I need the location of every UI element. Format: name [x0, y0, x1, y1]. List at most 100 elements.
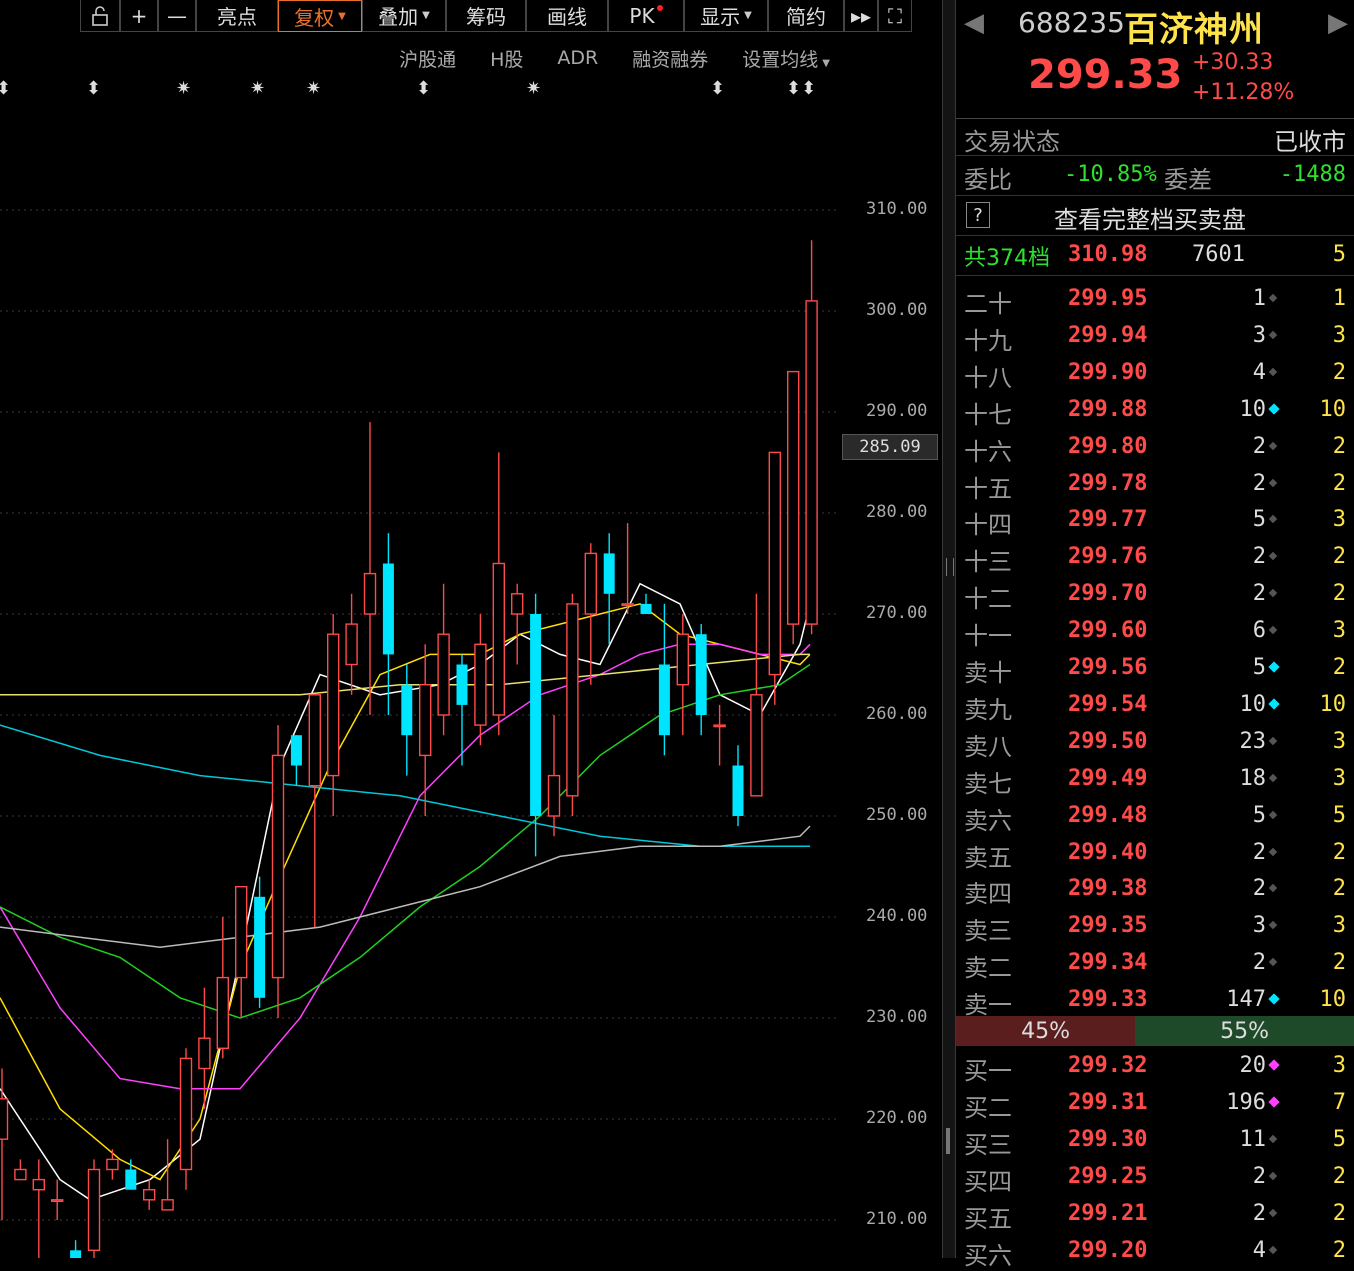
candlestick[interactable] [603, 533, 615, 645]
order-book-row[interactable]: 十七 299.88 10 10 [956, 391, 1354, 429]
order-book-row[interactable]: 买一 299.32 20 3 [956, 1047, 1354, 1085]
subbar-item-0[interactable]: 沪股通 [399, 45, 456, 72]
event-marker-icon[interactable]: ✷ [176, 78, 191, 99]
event-marker-icon[interactable]: ✷ [526, 78, 541, 99]
event-marker-icon[interactable]: ✷ [250, 78, 265, 99]
candlestick[interactable] [125, 1159, 137, 1190]
candlestick[interactable] [640, 593, 652, 614]
candlestick[interactable] [492, 452, 505, 736]
order-book-row[interactable]: 卖四 299.38 2 2 [956, 870, 1354, 908]
candlestick[interactable] [308, 694, 321, 928]
order-book-row[interactable]: 卖三 299.35 3 3 [956, 907, 1354, 945]
candlestick[interactable] [254, 876, 266, 1008]
order-book-row[interactable]: 买四 299.25 2 2 [956, 1158, 1354, 1196]
order-book-row[interactable]: 卖五 299.40 2 2 [956, 834, 1354, 872]
order-book-row[interactable]: 十四 299.77 5 3 [956, 501, 1354, 539]
candlestick[interactable] [566, 593, 579, 816]
subbar-item-3[interactable]: 融资融券 [632, 45, 708, 72]
help-icon[interactable]: ? [966, 202, 990, 228]
order-book-row[interactable]: 卖十 299.56 5 2 [956, 649, 1354, 687]
splitter-grip-icon[interactable] [946, 558, 954, 576]
candlestick[interactable] [768, 451, 781, 705]
candlestick[interactable] [87, 1159, 101, 1258]
fullscreen-icon[interactable]: ⛶ [878, 0, 912, 32]
candlestick[interactable] [363, 422, 377, 715]
candlestick[interactable] [70, 1240, 82, 1258]
order-book-row[interactable]: 十五 299.78 2 2 [956, 465, 1354, 503]
candlestick[interactable] [750, 593, 763, 797]
order-book-row[interactable]: 十六 299.80 2 2 [956, 428, 1354, 466]
candlestick[interactable] [14, 1159, 27, 1181]
order-book-row[interactable]: 十二 299.70 2 2 [956, 575, 1354, 613]
candlestick[interactable] [474, 614, 487, 746]
fast-forward-icon[interactable]: ▸▸ [844, 0, 878, 32]
order-book-row[interactable]: 十一 299.60 6 3 [956, 612, 1354, 650]
order-book-row[interactable]: 卖六 299.48 5 5 [956, 797, 1354, 835]
toolbar-button-6[interactable]: 筹码 [446, 0, 526, 32]
order-book-row[interactable]: 卖七 299.49 18 3 [956, 760, 1354, 798]
event-marker-icon[interactable]: ⬍⬍ [786, 78, 816, 99]
candlestick[interactable] [382, 533, 394, 715]
toolbar-button-7[interactable]: 画线 [526, 0, 608, 32]
candlestick[interactable] [290, 735, 302, 786]
candlestick[interactable] [271, 725, 285, 1018]
toolbar-button-3[interactable]: 亮点 [196, 0, 278, 32]
candlestick[interactable] [787, 370, 800, 645]
candlestick[interactable] [32, 1159, 45, 1258]
candlestick[interactable] [695, 624, 707, 736]
candlestick[interactable] [713, 704, 726, 766]
candlestick[interactable] [419, 644, 432, 816]
order-book-row[interactable]: 十八 299.90 4 2 [956, 354, 1354, 392]
subbar-item-4[interactable]: 设置均线 ▼ [742, 45, 830, 72]
event-marker-icon[interactable]: ✷ [306, 78, 321, 99]
toolbar-button-8[interactable]: PK [608, 0, 684, 32]
order-book-row[interactable]: 买六 299.20 4 2 [956, 1232, 1354, 1270]
toolbar-button-10[interactable]: 简约 [768, 0, 844, 32]
prev-stock-icon[interactable]: ◀ [964, 8, 984, 38]
candlestick[interactable] [805, 240, 818, 635]
candlestick[interactable] [658, 603, 670, 756]
order-book-row[interactable]: 买五 299.21 2 2 [956, 1195, 1354, 1233]
event-marker-icon[interactable]: ⬍ [710, 78, 725, 99]
candlestick[interactable] [676, 614, 689, 736]
candlestick[interactable] [51, 1179, 64, 1220]
candlestick[interactable] [511, 583, 524, 665]
candlestick[interactable] [198, 987, 211, 1109]
zoom-out-icon[interactable]: — [158, 0, 196, 32]
order-book-row[interactable]: 二十 299.95 1 1 [956, 280, 1354, 318]
toolbar-button-5[interactable]: 叠加 ▼ [362, 0, 446, 32]
lock-open-icon[interactable] [80, 0, 120, 32]
subbar-item-2[interactable]: ADR [557, 47, 598, 69]
toolbar-button-4[interactable]: 复权 ▼ [278, 0, 362, 32]
toolbar-button-9[interactable]: 显示 ▼ [684, 0, 768, 32]
order-book-row[interactable]: 卖一 299.33 147 10 [956, 981, 1354, 1019]
event-marker-icon[interactable]: ⬍ [0, 78, 11, 99]
event-marker-icon[interactable]: ⬍ [416, 78, 431, 99]
kline-chart-area[interactable]: + — 亮点 复权 ▼ 叠加 ▼ 筹码 画线 PK 显示 ▼ 简约 ▸▸ ⛶ 沪股通 H股 ADR 融资融券 设置均… [0, 0, 942, 1258]
candlestick[interactable] [547, 715, 561, 837]
candlestick[interactable] [106, 1149, 119, 1180]
panel-splitter[interactable] [942, 0, 956, 1258]
event-marker-icon[interactable]: ⬍ [86, 78, 101, 99]
order-book-row[interactable]: 卖九 299.54 10 10 [956, 686, 1354, 724]
splitter-collapse-icon[interactable] [946, 1128, 950, 1154]
order-book-row[interactable]: 十九 299.94 3 3 [956, 317, 1354, 355]
order-book-row[interactable]: 买二 299.31 196 7 [956, 1084, 1354, 1122]
kline-chart[interactable] [0, 0, 942, 1258]
order-book-row[interactable]: 十三 299.76 2 2 [956, 538, 1354, 576]
subbar-item-1[interactable]: H股 [490, 45, 523, 72]
candlestick[interactable] [437, 583, 450, 736]
candlestick[interactable] [732, 745, 744, 827]
order-book-row[interactable]: 卖二 299.34 2 2 [956, 944, 1354, 982]
order-book-row[interactable]: 卖八 299.50 23 3 [956, 723, 1354, 761]
zoom-in-icon[interactable]: + [120, 0, 158, 32]
full-book-button[interactable]: ? 查看完整档买卖盘 [956, 196, 1354, 236]
candlestick[interactable] [142, 1179, 156, 1210]
candlestick[interactable] [179, 1048, 193, 1190]
candlestick[interactable] [234, 886, 248, 1018]
candlestick[interactable] [401, 664, 413, 776]
candlestick[interactable] [327, 614, 340, 816]
candlestick[interactable] [345, 593, 358, 695]
order-book-row[interactable]: 买三 299.30 11 5 [956, 1121, 1354, 1159]
next-stock-icon[interactable]: ▶ [1328, 8, 1348, 38]
